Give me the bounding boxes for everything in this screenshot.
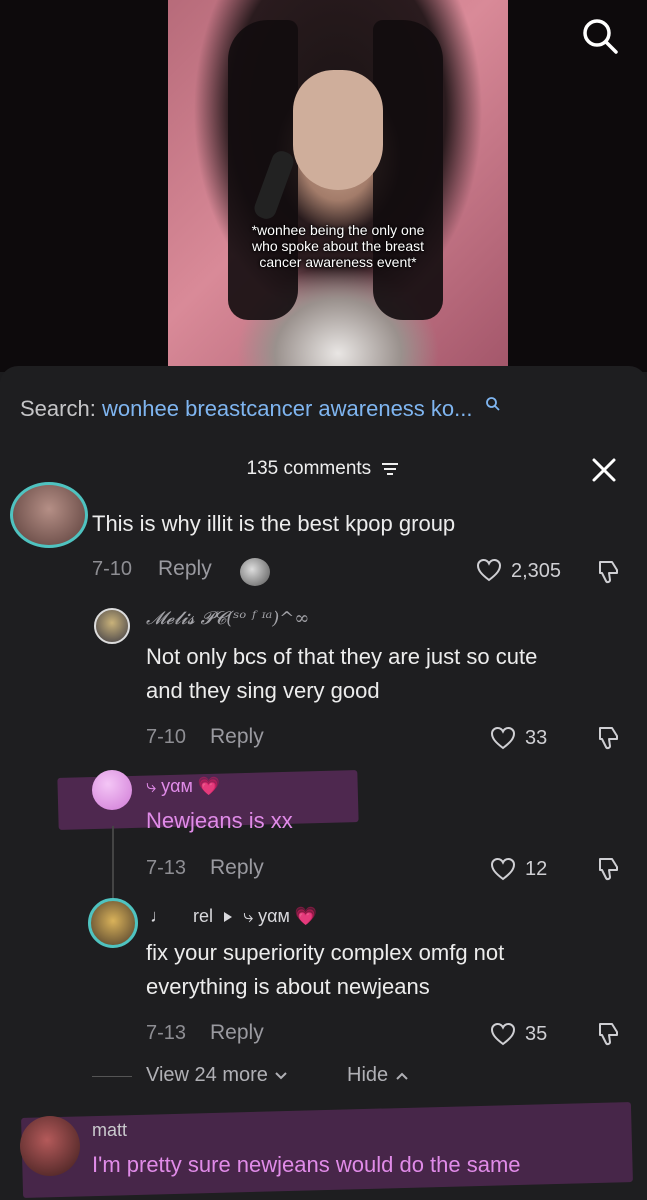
like-count: 2,305 <box>511 560 562 582</box>
dislike-icon[interactable] <box>594 558 622 586</box>
chevron-up-icon <box>395 1072 408 1080</box>
filter-icon[interactable] <box>380 461 400 477</box>
like-count: 12 <box>525 858 548 880</box>
comment-username[interactable]: matt <box>92 1120 127 1141</box>
like-count: 35 <box>525 1023 548 1045</box>
comment-date: 7-10 <box>92 558 133 580</box>
like-count: 33 <box>525 727 548 749</box>
reply-text: Not only bcs of that they are just so cu… <box>146 640 537 708</box>
heart-icon[interactable] <box>490 1022 516 1046</box>
comment-text: I'm pretty sure newjeans would do the sa… <box>92 1152 521 1177</box>
reply-button[interactable]: Reply <box>210 856 264 880</box>
reply-text-line: fix your superiority complex omfg not <box>146 940 505 965</box>
search-icon[interactable] <box>580 16 620 56</box>
reply-date: 7-13 <box>146 857 187 879</box>
reply-date: 7-10 <box>146 726 187 748</box>
reply-text-line: Not only bcs of that they are just so cu… <box>146 644 538 669</box>
search-query-link[interactable]: wonhee breastcancer awareness ko... <box>102 396 473 421</box>
dislike-icon[interactable] <box>594 855 622 883</box>
play-triangle-icon <box>224 912 233 923</box>
avatar[interactable] <box>94 608 130 644</box>
search-label: Search: <box>20 396 96 421</box>
reply-text-line: everything is about newjeans <box>146 974 430 999</box>
heart-icon[interactable] <box>476 558 502 582</box>
comments-header: 135 comments <box>0 458 647 480</box>
avatar[interactable] <box>88 898 138 948</box>
reply-date: 7-13 <box>146 1022 187 1044</box>
avatar[interactable] <box>20 1116 80 1176</box>
view-more-replies-button[interactable]: View 24 more <box>146 1064 289 1087</box>
heart-icon[interactable] <box>490 857 516 881</box>
close-icon[interactable] <box>590 456 618 484</box>
video-thumbnail[interactable]: *wonhee being the only one who spoke abo… <box>168 0 508 372</box>
avatar[interactable] <box>92 770 132 810</box>
caption-line: who spoke about the breast <box>251 238 424 254</box>
username-text: rel <box>193 906 214 926</box>
caption-line: cancer awareness event* <box>259 254 417 270</box>
video-area[interactable]: *wonhee being the only one who spoke abo… <box>0 0 647 372</box>
hide-label: Hide <box>347 1064 389 1086</box>
username-prefix: ♩ <box>150 906 168 926</box>
reply-username[interactable]: ⤷ yαм 💗 <box>146 776 220 797</box>
reply-button[interactable]: Reply <box>210 1021 264 1045</box>
video-caption: *wonhee being the only one who spoke abo… <box>168 222 508 270</box>
comment-text: This is why illit is the best kpop group <box>92 511 456 536</box>
view-more-divider <box>92 1076 132 1077</box>
reply-username[interactable]: 𝓜𝓮𝓵𝓲𝓼 𝓟𝓒(ˢᵒ ᶠ ᶦᵃ)^∞ <box>146 608 309 629</box>
caption-line: *wonhee being the only one <box>251 222 425 238</box>
reply-button[interactable]: Reply <box>210 725 264 749</box>
search-icon <box>485 397 500 411</box>
chevron-down-icon <box>275 1072 288 1080</box>
dislike-icon[interactable] <box>594 724 622 752</box>
reply-text-line: Newjeans is xx <box>146 808 293 833</box>
related-search[interactable]: Search: wonhee breastcancer awareness ko… <box>20 396 501 422</box>
video-figure-hair-right <box>373 20 443 320</box>
reply-text: Newjeans is xx <box>146 804 293 838</box>
reply-button[interactable]: Reply <box>158 557 212 581</box>
hide-replies-button[interactable]: Hide <box>347 1064 410 1087</box>
reply-text: fix your superiority complex omfg not ev… <box>146 936 504 1004</box>
avatar[interactable] <box>10 482 88 548</box>
reply-to-username[interactable]: ⤷ yαм 💗 <box>243 906 317 926</box>
reply-username[interactable]: ♩ rel ⤷ yαм 💗 <box>150 906 317 927</box>
reply-text-line: and they sing very good <box>146 678 380 703</box>
comments-panel: Search: wonhee breastcancer awareness ko… <box>0 366 647 1200</box>
video-figure-face <box>293 70 383 190</box>
creator-liked-avatar <box>240 558 270 586</box>
view-more-label: View 24 more <box>146 1064 268 1086</box>
comment-count: 135 comments <box>246 458 372 479</box>
heart-icon[interactable] <box>490 726 516 750</box>
dislike-icon[interactable] <box>594 1020 622 1048</box>
